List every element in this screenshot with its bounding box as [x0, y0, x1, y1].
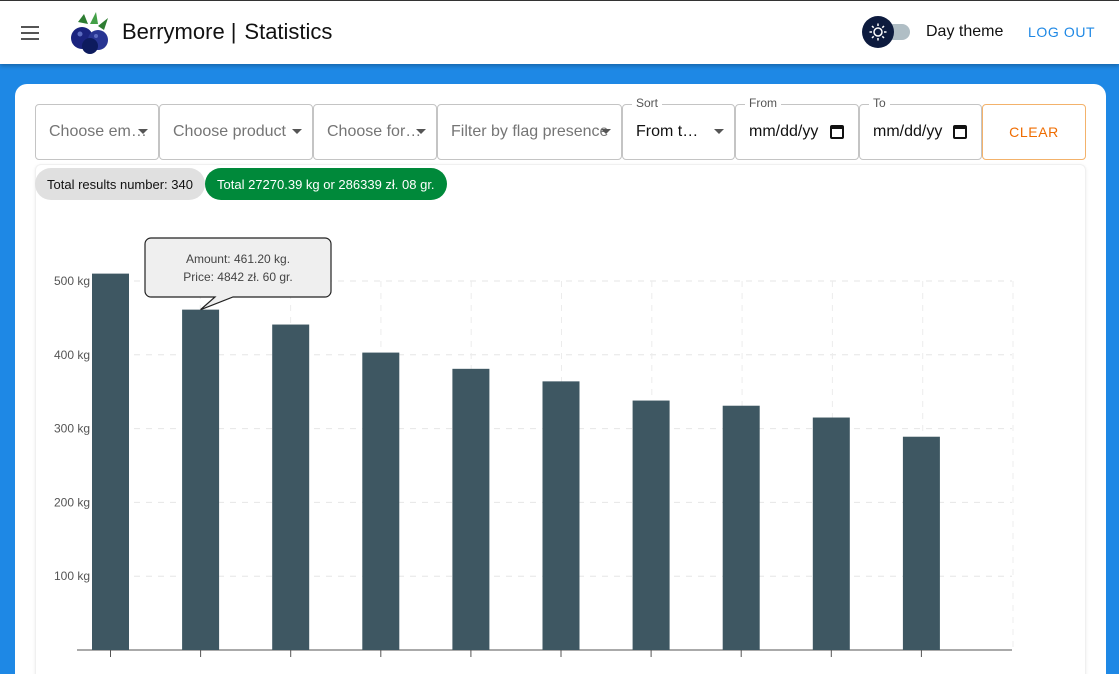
calendar-icon[interactable]	[953, 125, 967, 139]
calendar-icon[interactable]	[830, 125, 844, 139]
y-tick-label: 500 kg	[54, 274, 90, 288]
statistics-card: Choose em… Choose product Choose for… Fi…	[15, 84, 1106, 674]
y-tick-label: 300 kg	[54, 422, 90, 436]
sort-select-value: From t…	[636, 123, 699, 140]
chart-bar	[542, 381, 580, 650]
to-label: To	[869, 96, 890, 110]
page-title: Berrymore | Statistics	[122, 19, 332, 45]
from-label: From	[745, 96, 781, 110]
chevron-down-icon	[601, 129, 611, 134]
sun-icon	[862, 16, 894, 48]
tooltip-amount: Amount: 461.20 kg.	[186, 252, 290, 266]
chevron-down-icon	[416, 129, 426, 134]
logout-button[interactable]: LOG OUT	[1028, 24, 1095, 40]
clear-button[interactable]: CLEAR	[982, 104, 1086, 160]
form-select-value: Choose for…	[327, 123, 422, 140]
sort-select[interactable]: From t…	[622, 104, 735, 160]
chart-bar	[362, 352, 400, 650]
chart-bar	[272, 324, 310, 650]
to-date-value: mm/dd/yy	[873, 123, 943, 140]
y-tick-label: 200 kg	[54, 495, 90, 509]
form-select[interactable]: Choose for…	[313, 104, 437, 160]
bar-tooltip: Amount: 461.20 kg. Price: 4842 zł. 60 gr.	[144, 237, 332, 311]
top-app-bar: Berrymore | Statistics Day theme LOG OUT	[0, 0, 1119, 64]
theme-toggle[interactable]	[862, 16, 912, 48]
y-tick-label: 100 kg	[54, 569, 90, 583]
chart-bar	[812, 417, 850, 650]
from-date-input[interactable]: mm/dd/yy	[735, 104, 859, 160]
chevron-down-icon	[138, 129, 148, 134]
chart-bar	[182, 309, 220, 650]
y-tick-label: 400 kg	[54, 348, 90, 362]
section-title: Statistics	[244, 19, 333, 44]
title-separator: |	[230, 19, 237, 44]
chart-bar	[722, 405, 760, 650]
flag-filter-value: Filter by flag presence	[451, 123, 609, 140]
chart-bar	[902, 436, 940, 650]
chevron-down-icon	[292, 129, 302, 134]
to-date-input[interactable]: mm/dd/yy	[859, 104, 982, 160]
tooltip-price: Price: 4842 zł. 60 gr.	[183, 270, 292, 284]
theme-label: Day theme	[926, 23, 1004, 40]
product-select-value: Choose product	[173, 123, 286, 140]
chart-bar	[92, 273, 129, 650]
employee-select[interactable]: Choose em…	[35, 104, 159, 160]
chart-bar	[632, 400, 670, 650]
employee-select-value: Choose em…	[49, 123, 147, 140]
chevron-down-icon	[714, 129, 724, 134]
hamburger-menu-icon[interactable]	[19, 21, 43, 45]
from-date-value: mm/dd/yy	[749, 123, 819, 140]
app-name: Berrymore	[122, 19, 225, 44]
blueberry-logo	[71, 12, 108, 54]
chart-bar	[452, 368, 490, 650]
product-select[interactable]: Choose product	[159, 104, 313, 160]
flag-filter-select[interactable]: Filter by flag presence	[437, 104, 622, 160]
bar-chart: 100 kg 200 kg 300 kg 400 kg 500 kg Amount: 46…	[54, 237, 1014, 657]
sort-label: Sort	[632, 96, 663, 110]
